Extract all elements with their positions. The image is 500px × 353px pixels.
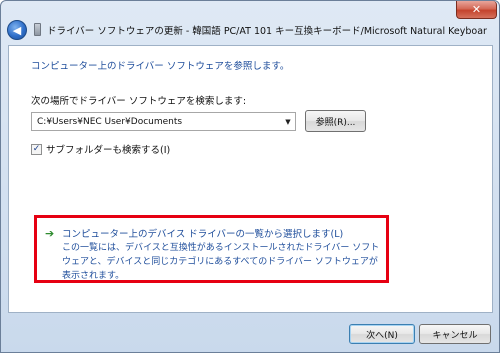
include-subfolders-label[interactable]: サブフォルダーも検索する(I): [46, 142, 170, 156]
content-panel: コンピューター上のドライバー ソフトウェアを参照します。 次の場所でドライバー …: [8, 45, 493, 313]
keyboard-device-icon: [34, 23, 41, 36]
chevron-down-icon[interactable]: ▼: [281, 113, 295, 130]
close-button[interactable]: ✕: [456, 1, 497, 19]
pick-from-list-link[interactable]: コンピューター上のデバイス ドライバーの一覧から選択します(L): [62, 226, 343, 240]
search-location-label: 次の場所でドライバー ソフトウェアを検索します:: [31, 96, 247, 107]
search-path-value[interactable]: C:¥Users¥NEC User¥Documents: [32, 117, 281, 127]
cancel-button[interactable]: キャンセル: [419, 324, 491, 344]
next-button[interactable]: 次へ(N): [349, 324, 415, 344]
green-arrow-icon: ➔: [45, 227, 55, 240]
include-subfolders-checkbox[interactable]: ✓: [31, 143, 42, 155]
back-button[interactable]: ◀: [7, 20, 27, 40]
browse-button[interactable]: 参照(R)...: [305, 110, 366, 132]
search-path-combobox[interactable]: C:¥Users¥NEC User¥Documents ▼: [31, 112, 296, 131]
include-subfolders-option[interactable]: ✓ サブフォルダーも検索する(I): [31, 142, 170, 156]
driver-update-window: ◀ ドライバー ソフトウェアの更新 - 韓国語 PC/AT 101 キー互換キー…: [0, 0, 500, 353]
pick-from-list-description: この一覧には、デバイスと互換性があるインストールされたドライバー ソフトウェアと…: [62, 243, 380, 281]
pick-from-list-option[interactable]: ➔ コンピューター上のデバイス ドライバーの一覧から選択します(L) この一覧に…: [34, 215, 389, 283]
page-heading: コンピューター上のドライバー ソフトウェアを参照します。: [31, 61, 290, 72]
window-title: ドライバー ソフトウェアの更新 - 韓国語 PC/AT 101 キー互換キーボー…: [47, 26, 487, 37]
